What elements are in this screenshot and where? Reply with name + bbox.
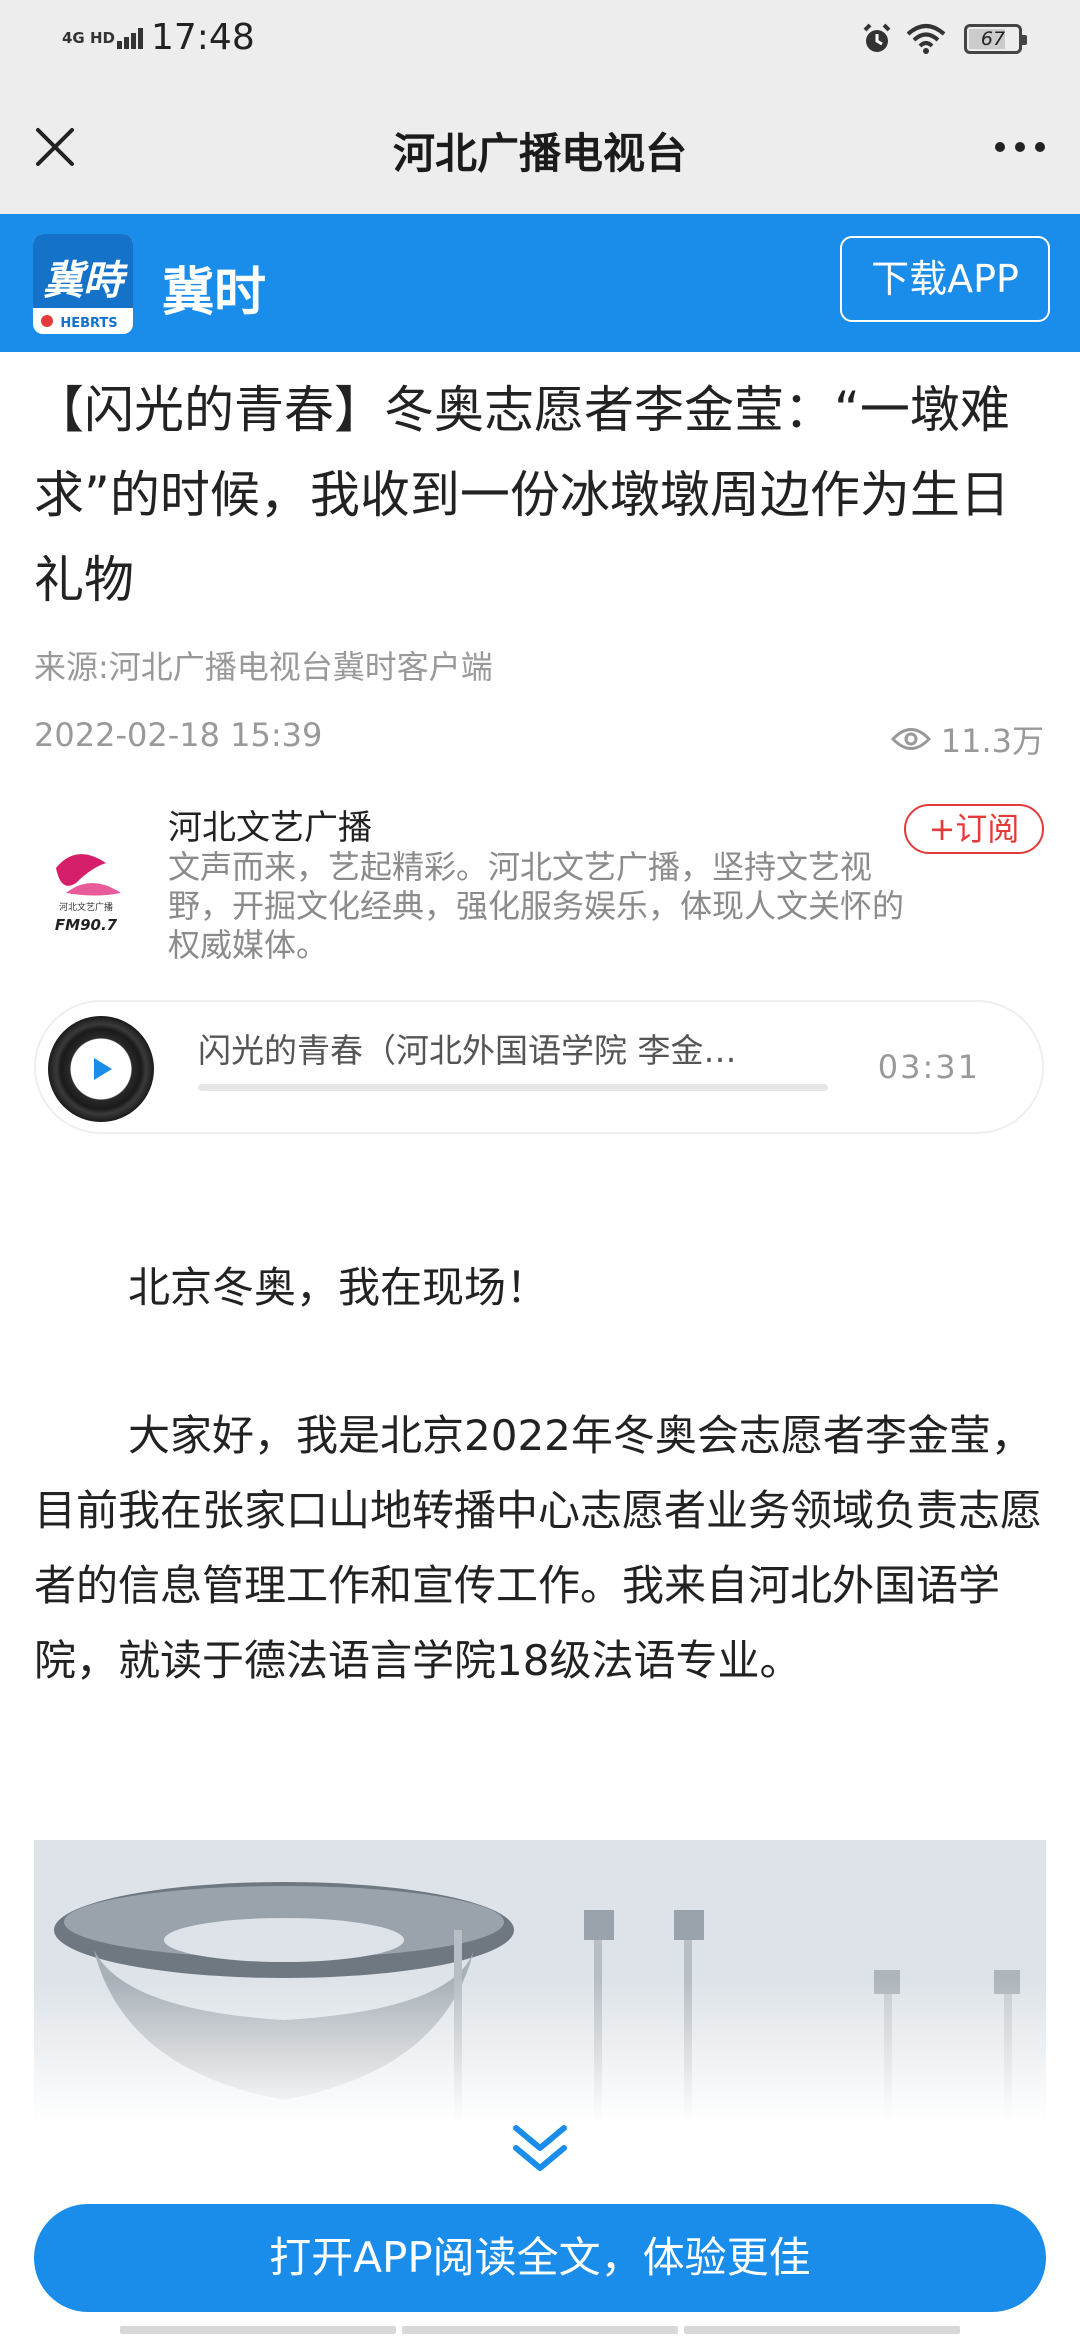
app-name: 冀时 (162, 263, 267, 323)
open-app-button[interactable]: 打开APP阅读全文，体验更佳 (34, 2204, 1046, 2312)
app-banner[interactable]: 冀時 HEBRTS 冀时 下载APP (0, 214, 1080, 352)
download-app-button[interactable]: 下载APP (840, 236, 1050, 322)
svg-text:冀時: 冀時 (43, 257, 128, 304)
status-time: 17:48 (150, 17, 255, 58)
nav-bar: 河北广播电视台 (0, 82, 1080, 214)
signal-icon (116, 27, 145, 49)
article-date: 2022-02-18 15:39 (34, 716, 323, 754)
battery-level: 67 (980, 28, 1006, 50)
status-right: 67 (860, 22, 1027, 56)
battery-icon: 67 (964, 24, 1027, 54)
app-logo: 冀時 HEBRTS (33, 234, 133, 334)
more-icon[interactable] (990, 122, 1050, 172)
expand-chevron-icon[interactable] (508, 2120, 572, 2180)
network-type: 4G HD (62, 28, 115, 47)
alarm-icon (863, 23, 891, 52)
svg-text:河北文艺广播: 河北文艺广播 (59, 901, 113, 913)
author-name[interactable]: 河北文艺广播 (168, 800, 372, 849)
status-left: 4G HD 17:48 (62, 18, 255, 58)
audio-duration: 03:31 (877, 1048, 980, 1086)
play-icon[interactable] (84, 1052, 118, 1086)
body-paragraph: 北京冬奥，我在现场！ (128, 1263, 549, 1312)
status-bar: 4G HD 17:48 67 (0, 0, 1080, 82)
audio-disc[interactable] (48, 1016, 154, 1122)
view-count: 11.3万 (890, 716, 1044, 762)
svg-text:FM90.7: FM90.7 (55, 916, 118, 934)
eye-icon (890, 728, 931, 750)
bottom-indicator (120, 2326, 960, 2334)
subscribe-button[interactable]: +订阅 (904, 804, 1044, 854)
audio-progress-bar[interactable] (198, 1084, 828, 1091)
page-title: 河北广播电视台 (392, 129, 687, 178)
svg-text:HEBRTS: HEBRTS (60, 316, 117, 331)
author-logo[interactable]: 河北文艺广播 FM90.7 (36, 838, 136, 938)
close-icon[interactable] (30, 122, 80, 172)
view-count-text: 11.3万 (940, 722, 1044, 760)
author-description: 文声而来，艺起精彩。河北文艺广播，坚持文艺视野，开掘文化经典，强化服务娱乐，体现… (168, 848, 905, 964)
audio-player[interactable]: 闪光的青春（河北外国语学院 李金… 03:31 (34, 1000, 1044, 1134)
body-paragraph: 大家好，我是北京2022年冬奥会志愿者李金莹，目前我在张家口山地转播中心志愿者业… (34, 1411, 1043, 1685)
article-title: 【闪光的青春】冬奥志愿者李金莹：“一墩难求”的时候，我收到一份冰墩墩周边作为生日… (34, 381, 1010, 609)
audio-title: 闪光的青春（河北外国语学院 李金… (198, 1031, 737, 1070)
wifi-icon (906, 24, 946, 54)
article-source: 来源:河北广播电视台冀时客户端 (34, 648, 493, 686)
